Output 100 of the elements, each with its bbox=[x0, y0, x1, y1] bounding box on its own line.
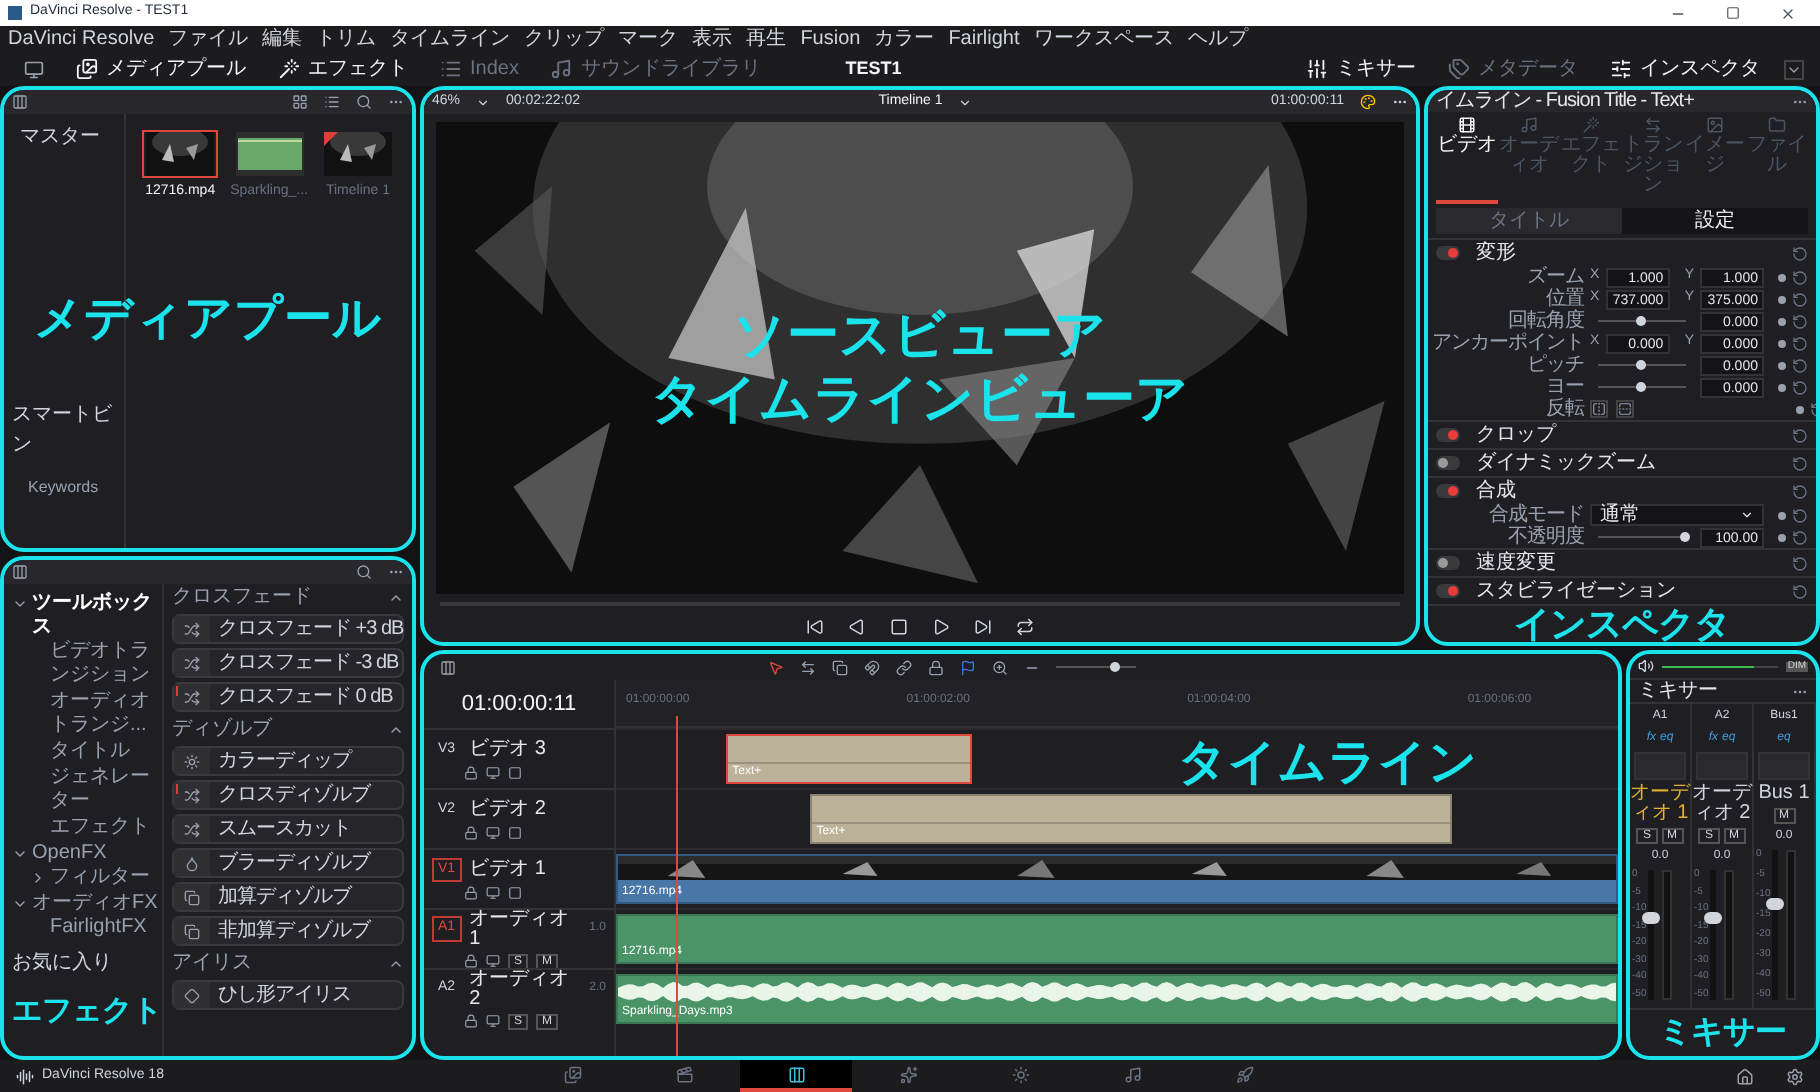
settings-icon[interactable] bbox=[1786, 1067, 1804, 1085]
tree-item[interactable]: オーディオトランジ... bbox=[50, 690, 162, 738]
trim-icon[interactable] bbox=[800, 659, 816, 675]
tree-item[interactable]: エフェクト bbox=[50, 816, 150, 840]
slider-thumb[interactable] bbox=[1680, 532, 1690, 542]
menu-item[interactable]: 編集 bbox=[262, 29, 303, 49]
lock-icon[interactable] bbox=[464, 1014, 478, 1028]
reset-icon[interactable] bbox=[1792, 483, 1808, 499]
reset-icon[interactable] bbox=[1792, 313, 1808, 329]
tree-item[interactable]: FairlightFX bbox=[50, 916, 147, 940]
panel-toggle-icon[interactable] bbox=[440, 659, 456, 675]
toolbar-button[interactable]: サウンドライブラリ bbox=[534, 54, 777, 84]
monitor-icon[interactable] bbox=[486, 1014, 500, 1028]
menu-item[interactable]: タイムライン bbox=[390, 29, 511, 49]
menu-item[interactable]: トリム bbox=[316, 29, 377, 49]
grid-view-icon[interactable] bbox=[292, 94, 308, 110]
clip-thumbnail[interactable] bbox=[231, 130, 308, 178]
clip-thumbnail[interactable] bbox=[320, 130, 396, 178]
menu-item[interactable]: DaVinci Resolve bbox=[8, 29, 155, 49]
effect-item[interactable]: クロスフェード +3 dB bbox=[172, 614, 404, 644]
play-icon[interactable] bbox=[932, 617, 950, 635]
chevron-down-icon[interactable] bbox=[12, 596, 28, 612]
section-title[interactable]: 変形 bbox=[1476, 243, 1776, 263]
play-reverse-icon[interactable] bbox=[848, 617, 866, 635]
menu-item[interactable]: 表示 bbox=[692, 29, 733, 49]
chevron-down-icon[interactable] bbox=[958, 95, 973, 109]
reset-icon[interactable] bbox=[1792, 583, 1808, 599]
tree-item[interactable]: タイトル bbox=[50, 740, 130, 764]
magnet-icon[interactable] bbox=[864, 659, 880, 675]
menu-item[interactable]: 再生 bbox=[746, 29, 787, 49]
monitor-icon[interactable] bbox=[486, 826, 500, 841]
lock-icon[interactable] bbox=[464, 766, 478, 781]
reset-icon[interactable] bbox=[1792, 245, 1808, 261]
maximize-icon[interactable] bbox=[1726, 6, 1740, 20]
panel-toggle-icon[interactable] bbox=[12, 94, 28, 110]
toggle-switch[interactable] bbox=[1436, 428, 1460, 442]
toolbar-button[interactable]: インスペクタ bbox=[1594, 54, 1776, 84]
reset-icon[interactable] bbox=[1792, 507, 1808, 523]
keyframe-icon[interactable] bbox=[1778, 361, 1786, 369]
section-title[interactable]: 速度変更 bbox=[1476, 553, 1776, 573]
reset-icon[interactable] bbox=[1792, 357, 1808, 373]
skip-back-icon[interactable] bbox=[806, 617, 824, 635]
tree-item[interactable]: オーディオFX bbox=[32, 892, 158, 916]
section-title[interactable]: ダイナミックズーム bbox=[1476, 453, 1776, 473]
clip-thumbnail[interactable] bbox=[142, 130, 219, 178]
search-icon[interactable] bbox=[356, 564, 372, 580]
reset-icon[interactable] bbox=[1792, 455, 1808, 471]
fader-thumb[interactable] bbox=[1766, 898, 1785, 910]
menu-item[interactable]: Fusion bbox=[800, 29, 861, 49]
stop-icon[interactable] bbox=[890, 617, 908, 635]
speaker-icon[interactable] bbox=[1638, 658, 1654, 674]
lock-icon[interactable] bbox=[928, 659, 944, 675]
chevron-down-icon[interactable] bbox=[12, 896, 28, 912]
effect-item[interactable]: 加算ディゾルブ bbox=[172, 882, 404, 912]
list-view-icon[interactable] bbox=[324, 94, 340, 110]
tree-item[interactable]: ジェネレーター bbox=[50, 766, 162, 814]
monitor-icon[interactable] bbox=[486, 886, 500, 901]
menu-item[interactable]: ファイル bbox=[168, 29, 249, 49]
toggle-switch[interactable] bbox=[1436, 556, 1460, 570]
toggle-switch[interactable] bbox=[1436, 584, 1460, 598]
monitor-icon[interactable] bbox=[24, 59, 44, 79]
inspector-tab[interactable]: ビデオ bbox=[1436, 116, 1498, 204]
keyframe-icon[interactable] bbox=[1778, 295, 1786, 303]
slider-thumb[interactable] bbox=[1636, 316, 1646, 326]
fader-thumb[interactable] bbox=[1704, 911, 1723, 924]
toolbar-button[interactable]: ミキサー bbox=[1290, 54, 1432, 84]
link-icon[interactable] bbox=[896, 659, 912, 675]
lock-icon[interactable] bbox=[464, 826, 478, 841]
effect-item[interactable]: クロスフェード 0 dB bbox=[172, 682, 404, 712]
home-icon[interactable] bbox=[1736, 1067, 1754, 1085]
slider-thumb[interactable] bbox=[1636, 360, 1646, 370]
favorites-item[interactable]: お気に入り bbox=[12, 948, 162, 979]
effect-item[interactable]: スムースカット bbox=[172, 814, 404, 844]
tree-item[interactable]: OpenFX bbox=[32, 842, 107, 866]
menu-item[interactable]: マーク bbox=[618, 29, 679, 49]
chevron-down-icon[interactable] bbox=[12, 846, 28, 862]
menu-item[interactable]: ヘルプ bbox=[1187, 29, 1248, 49]
toggle-switch[interactable] bbox=[1436, 246, 1460, 260]
monitor-icon[interactable] bbox=[486, 954, 500, 968]
reset-icon[interactable] bbox=[1792, 269, 1808, 285]
toolbar-button[interactable]: Index bbox=[424, 54, 535, 84]
smart-bin-item[interactable]: Keywords bbox=[4, 476, 125, 500]
bin-item[interactable]: マスター bbox=[4, 122, 125, 152]
slider-thumb[interactable] bbox=[1636, 382, 1646, 392]
keyframe-icon[interactable] bbox=[1778, 339, 1786, 347]
skip-forward-icon[interactable] bbox=[974, 617, 992, 635]
subtab[interactable]: 設定 bbox=[1622, 208, 1808, 234]
panel-toggle-icon[interactable] bbox=[12, 564, 28, 580]
section-title[interactable]: クロップ bbox=[1476, 425, 1776, 445]
reset-icon[interactable] bbox=[1792, 379, 1808, 395]
menu-item[interactable]: クリップ bbox=[524, 29, 605, 49]
toggle-switch[interactable] bbox=[1436, 456, 1460, 470]
square-icon[interactable] bbox=[508, 886, 522, 901]
effect-item[interactable]: ブラーディゾルブ bbox=[172, 848, 404, 878]
page-tab[interactable] bbox=[740, 1060, 852, 1092]
tree-item[interactable]: ツールボックス bbox=[32, 592, 162, 640]
search-icon[interactable] bbox=[356, 94, 372, 110]
chevron-right-icon[interactable] bbox=[30, 870, 46, 886]
flag-icon[interactable] bbox=[960, 659, 976, 675]
lock-icon[interactable] bbox=[464, 886, 478, 901]
